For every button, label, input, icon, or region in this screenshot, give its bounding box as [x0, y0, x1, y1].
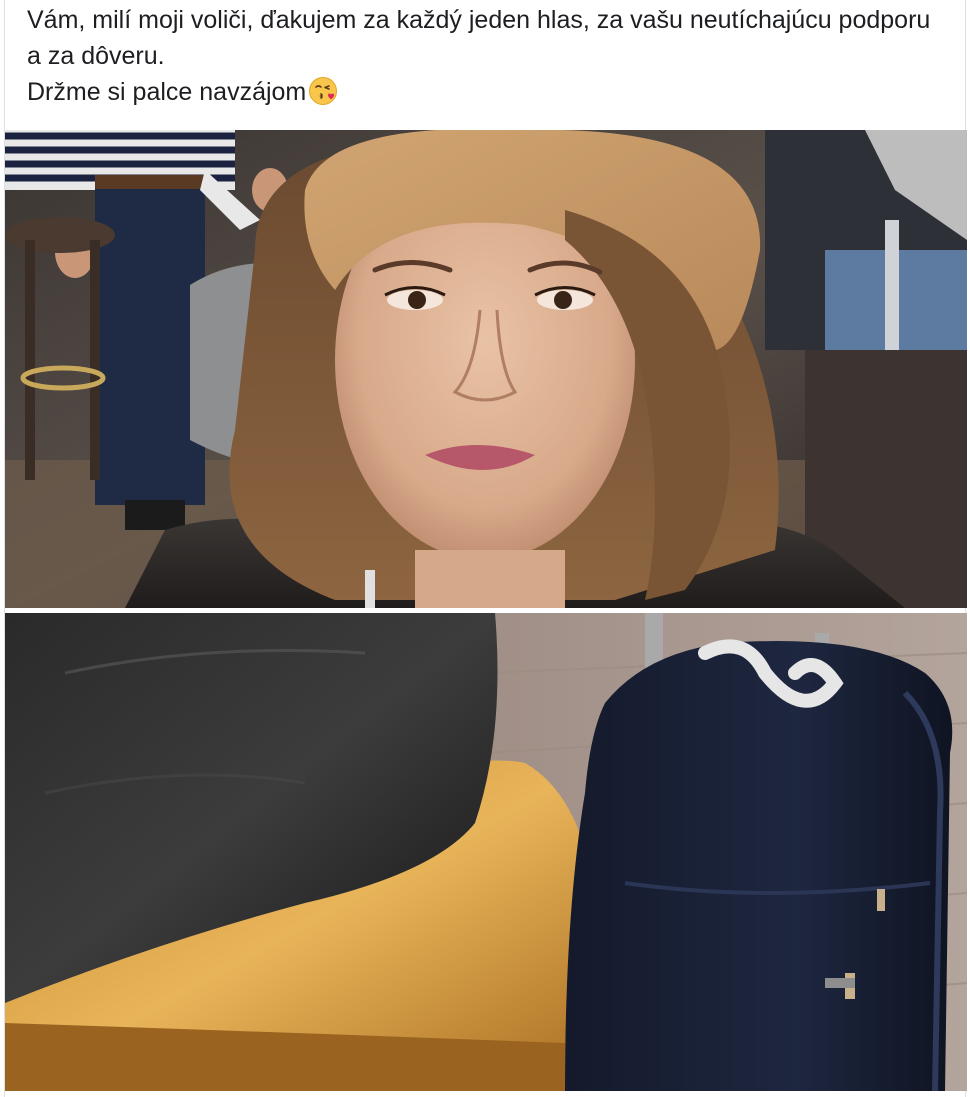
luggage-photo-image: [5, 613, 967, 1091]
post-text-line-2-wrapper: Držme si palce navzájom: [27, 74, 947, 110]
post-text-line-1: Vám, milí moji voliči, ďakujem za každý …: [27, 6, 931, 70]
face-throwing-kiss-icon: [308, 76, 338, 106]
selfie-photo-image: [5, 130, 967, 608]
selfie-photo[interactable]: [5, 130, 967, 608]
post-text-line-2: Držme si palce navzájom: [27, 78, 307, 106]
luggage-photo[interactable]: [5, 613, 967, 1091]
post-card: Vám, milí moji voliči, ďakujem za každý …: [4, 0, 967, 1097]
post-text: Vám, milí moji voliči, ďakujem za každý …: [27, 2, 947, 110]
